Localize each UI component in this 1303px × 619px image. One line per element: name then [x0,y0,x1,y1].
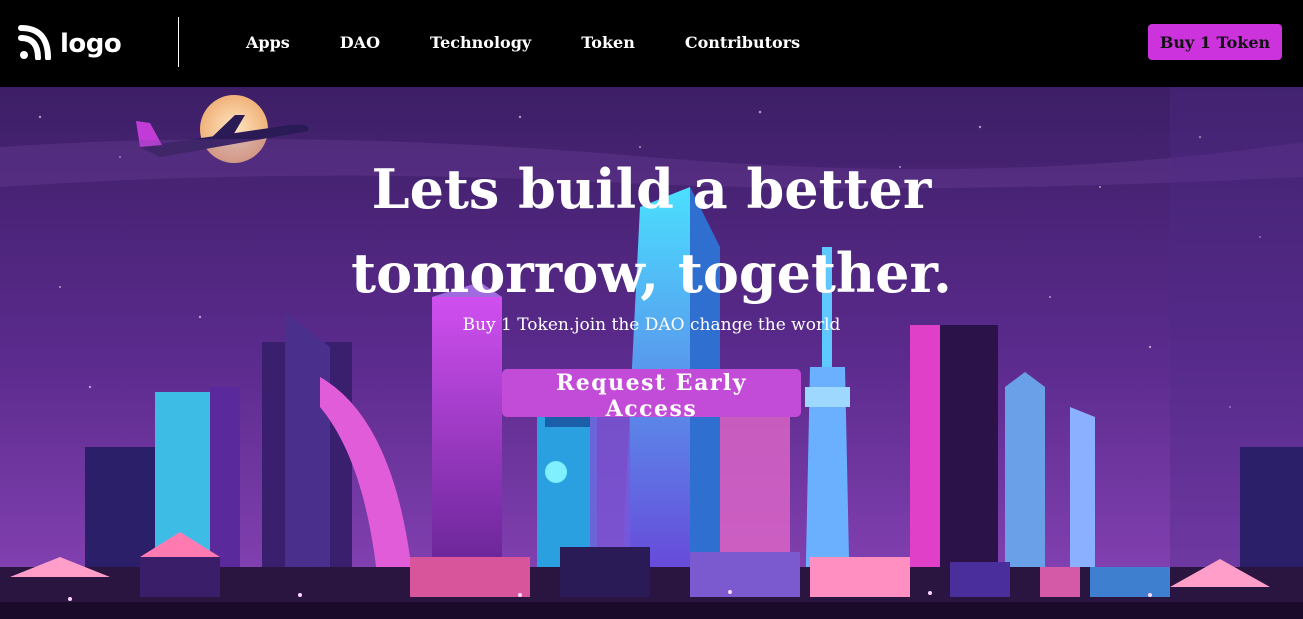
nav-item-technology[interactable]: Technology [430,33,531,52]
nav-item-token[interactable]: Token [581,33,635,52]
headline-line-1: Lets build a better [371,157,932,221]
buy-token-button[interactable]: Buy 1 Token [1148,24,1282,60]
hero-headline: Lets build a better tomorrow, together. [0,147,1303,315]
nav-item-dao[interactable]: DAO [340,33,380,52]
logo-link[interactable]: logo [18,24,122,64]
rss-feed-icon [18,24,52,64]
top-navbar: logo Apps DAO Technology Token Contribut… [0,0,1303,87]
hero-subtitle: Buy 1 Token.join the DAO change the worl… [462,315,841,335]
nav-divider [178,17,179,67]
nav-item-contributors[interactable]: Contributors [685,33,800,52]
main-menu: Apps DAO Technology Token Contributors [246,33,850,52]
hero-section: Lets build a better tomorrow, together. … [0,87,1303,619]
nav-item-apps[interactable]: Apps [246,33,290,52]
logo-text: logo [60,29,122,59]
headline-line-2: tomorrow, together. [351,241,952,305]
request-early-access-button[interactable]: Request Early Access [502,369,801,422]
